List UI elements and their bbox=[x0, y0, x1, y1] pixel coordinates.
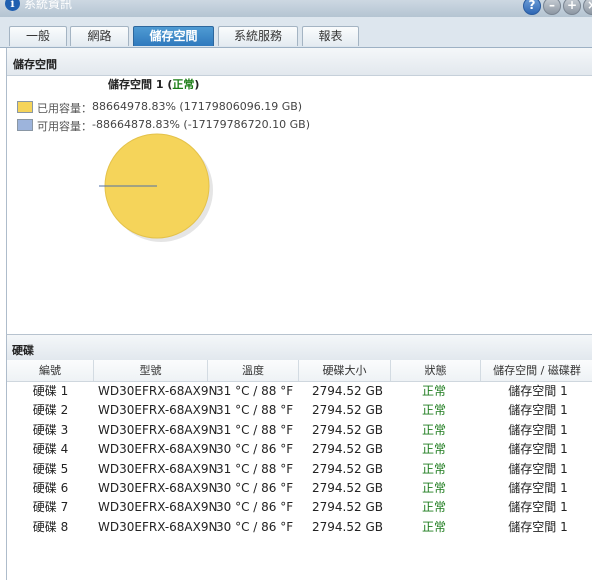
disk-status: 正常 bbox=[421, 500, 446, 515]
disk-model: WD30EFRX-68AX9N bbox=[98, 442, 218, 457]
volume-close: ) bbox=[194, 78, 200, 91]
disk-model: WD30EFRX-68AX9N bbox=[98, 519, 218, 534]
disk-model: WD30EFRX-68AX9N bbox=[98, 461, 218, 476]
disk-id: 硬碟 8 bbox=[32, 519, 69, 534]
disk-section-title: 硬碟 bbox=[12, 344, 34, 357]
disk-id: 硬碟 7 bbox=[32, 500, 69, 515]
disk-temp: 31 °C / 88 °F bbox=[216, 384, 294, 398]
disk-temp: 31 °C / 88 °F bbox=[216, 461, 294, 476]
disk-volume: 儲存空間 1 bbox=[508, 519, 568, 534]
disk-size: 2794.52 GB bbox=[312, 384, 383, 398]
disk-id: 硬碟 5 bbox=[32, 461, 69, 476]
disk-volume: 儲存空間 1 bbox=[508, 442, 568, 457]
storage-panel: 儲存空間 儲存空間 1 (正常) 已用容量： 88664978.83% (171… bbox=[6, 48, 592, 335]
disk-volume: 儲存空間 1 bbox=[508, 403, 568, 418]
window-titlebar: i 系統資訊 ? – + × bbox=[0, 0, 592, 18]
disk-status: 正常 bbox=[421, 481, 446, 495]
usage-pie-chart bbox=[95, 130, 215, 250]
disk-status: 正常 bbox=[421, 442, 446, 457]
disk-model: WD30EFRX-68AX9N bbox=[98, 384, 218, 398]
tab-network-label: 網路 bbox=[87, 29, 112, 43]
table-row[interactable]: 硬碟 5 WD30EFRX-68AX9N 31 °C / 88 °F 2794.52 … bbox=[7, 460, 592, 479]
disk-size: 2794.52 GB bbox=[312, 481, 383, 495]
disk-volume: 儲存空間 1 bbox=[508, 481, 568, 495]
table-row[interactable]: 硬碟 8 WD30EFRX-68AX9N 30 °C / 86 °F 2794.52 … bbox=[7, 518, 592, 537]
disk-id: 硬碟 6 bbox=[32, 481, 69, 495]
disk-volume: 儲存空間 1 bbox=[508, 500, 568, 515]
col-temp[interactable]: 溫度 bbox=[208, 360, 299, 381]
table-row[interactable]: 硬碟 4 WD30EFRX-68AX9N 30 °C / 86 °F 2794.52 … bbox=[7, 440, 592, 459]
table-row[interactable]: 硬碟 6 WD30EFRX-68AX9N 30 °C / 86 °F 2794.52 … bbox=[7, 479, 592, 498]
disk-size: 2794.52 GB bbox=[312, 403, 383, 418]
tab-storage-label: 儲存空間 bbox=[149, 29, 198, 43]
minimize-icon[interactable]: – bbox=[543, 0, 561, 15]
disk-status: 正常 bbox=[421, 422, 446, 437]
free-label: 可用容量： bbox=[37, 120, 92, 133]
table-row[interactable]: 硬碟 1 WD30EFRX-68AX9N 31 °C / 88 °F 2794.52 … bbox=[7, 382, 592, 401]
used-label: 已用容量： bbox=[37, 102, 92, 115]
disk-model: WD30EFRX-68AX9N bbox=[98, 403, 218, 418]
volume-name: 儲存空間 1 ( bbox=[108, 78, 173, 91]
col-id[interactable]: 編號 bbox=[7, 360, 94, 381]
volume-status: 正常 bbox=[172, 78, 195, 91]
disk-volume: 儲存空間 1 bbox=[508, 461, 568, 476]
disk-size: 2794.52 GB bbox=[312, 461, 383, 476]
disk-temp: 30 °C / 86 °F bbox=[216, 519, 294, 534]
storage-panel-header: 儲存空間 bbox=[7, 48, 592, 76]
help-icon[interactable]: ? bbox=[523, 0, 541, 15]
storage-section-title: 儲存空間 bbox=[13, 58, 57, 71]
maximize-icon[interactable]: + bbox=[563, 0, 581, 15]
volume-title: 儲存空間 1 (正常) bbox=[108, 76, 199, 92]
table-row[interactable]: 硬碟 3 WD30EFRX-68AX9N 31 °C / 88 °F 2794.52 … bbox=[7, 421, 592, 440]
disk-panel-header: 硬碟 bbox=[7, 335, 592, 361]
disk-temp: 30 °C / 86 °F bbox=[216, 481, 294, 495]
disk-model: WD30EFRX-68AX9N bbox=[98, 481, 218, 495]
col-status[interactable]: 狀態 bbox=[391, 360, 481, 381]
disk-size: 2794.52 GB bbox=[312, 442, 383, 457]
disk-model: WD30EFRX-68AX9N bbox=[98, 500, 218, 515]
col-size[interactable]: 硬碟大小 bbox=[299, 360, 391, 381]
col-volume[interactable]: 儲存空間 / 磁碟群 bbox=[481, 360, 592, 381]
free-swatch bbox=[17, 119, 33, 131]
used-swatch bbox=[17, 101, 33, 113]
table-row[interactable]: 硬碟 2 WD30EFRX-68AX9N 31 °C / 88 °F 2794.52 … bbox=[7, 401, 592, 420]
tab-services[interactable]: 系統服務 bbox=[218, 26, 298, 46]
window-title: 系統資訊 bbox=[24, 0, 73, 11]
disk-status: 正常 bbox=[421, 384, 446, 398]
disk-status: 正常 bbox=[421, 461, 446, 476]
disk-temp: 31 °C / 88 °F bbox=[216, 403, 294, 418]
tab-reports-label: 報表 bbox=[318, 29, 343, 43]
disk-model: WD30EFRX-68AX9N bbox=[98, 422, 218, 437]
disk-id: 硬碟 1 bbox=[32, 384, 69, 398]
disk-id: 硬碟 4 bbox=[32, 442, 69, 457]
disk-size: 2794.52 GB bbox=[312, 500, 383, 515]
tab-general-label: 一般 bbox=[25, 29, 50, 43]
tab-services-label: 系統服務 bbox=[233, 29, 282, 43]
disk-status: 正常 bbox=[421, 403, 446, 418]
tab-reports[interactable]: 報表 bbox=[302, 26, 359, 46]
disk-temp: 30 °C / 86 °F bbox=[216, 500, 294, 515]
disk-size: 2794.52 GB bbox=[312, 422, 383, 437]
pie-svg bbox=[99, 133, 213, 242]
disk-table-header: 編號 型號 溫度 硬碟大小 狀態 儲存空間 / 磁碟群 bbox=[7, 360, 592, 382]
info-icon: i bbox=[5, 0, 20, 11]
tab-bar: 一般 網路 儲存空間 系統服務 報表 bbox=[0, 17, 592, 48]
disk-id: 硬碟 3 bbox=[32, 422, 69, 437]
disk-id: 硬碟 2 bbox=[32, 403, 69, 418]
table-row[interactable]: 硬碟 7 WD30EFRX-68AX9N 30 °C / 86 °F 2794.52 … bbox=[7, 498, 592, 517]
disk-size: 2794.52 GB bbox=[312, 519, 383, 534]
disk-panel: 硬碟 編號 型號 溫度 硬碟大小 狀態 儲存空間 / 磁碟群 硬碟 1 WD30E… bbox=[6, 334, 592, 580]
disk-volume: 儲存空間 1 bbox=[508, 384, 568, 398]
tab-general[interactable]: 一般 bbox=[9, 26, 67, 46]
close-icon[interactable]: × bbox=[583, 0, 592, 15]
disk-volume: 儲存空間 1 bbox=[508, 422, 568, 437]
disk-temp: 30 °C / 86 °F bbox=[216, 442, 294, 457]
tab-network[interactable]: 網路 bbox=[70, 26, 129, 46]
tab-storage[interactable]: 儲存空間 bbox=[133, 26, 214, 46]
used-value: 88664978.83% (17179806096.19 GB) bbox=[92, 100, 303, 113]
col-model[interactable]: 型號 bbox=[94, 360, 208, 381]
disk-temp: 31 °C / 88 °F bbox=[216, 422, 294, 437]
disk-status: 正常 bbox=[421, 519, 446, 534]
